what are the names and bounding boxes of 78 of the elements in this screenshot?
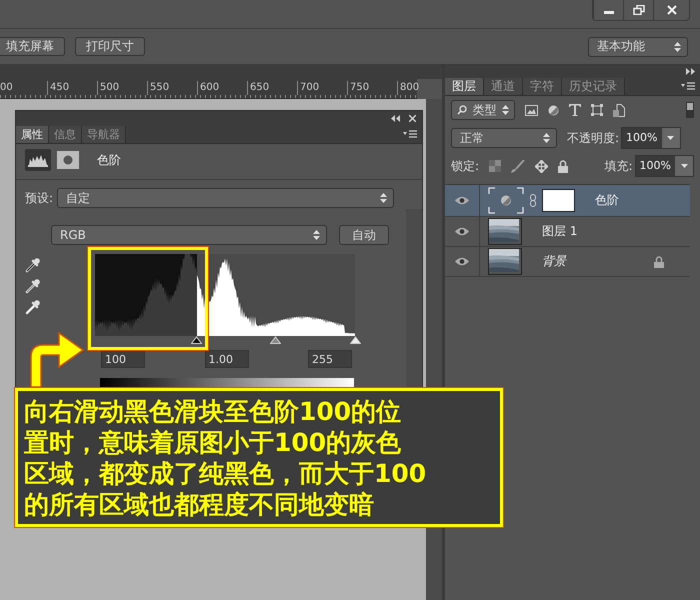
- panel-title: 色阶: [97, 152, 121, 168]
- layer-row[interactable]: 色阶: [445, 185, 690, 217]
- layer-name: 背景: [542, 253, 566, 270]
- dropdown-arrows-icon: [502, 105, 509, 115]
- eye-icon[interactable]: [455, 196, 469, 205]
- layer-name: 图层 1: [542, 223, 578, 240]
- ruler-label: 550: [147, 81, 170, 95]
- adjustment-filter-icon[interactable]: [548, 104, 559, 116]
- layer-name: 色阶: [595, 192, 619, 209]
- auto-button[interactable]: 自动: [339, 225, 389, 245]
- type-filter-icon[interactable]: [569, 104, 581, 116]
- panel-tab[interactable]: 图层: [445, 78, 484, 95]
- smart-object-filter-icon[interactable]: [613, 104, 625, 116]
- ruler-label: 750: [347, 81, 370, 95]
- collapse-icon[interactable]: [391, 114, 400, 122]
- dropdown-arrows-icon: [543, 133, 550, 143]
- panel-menu-icon[interactable]: [681, 82, 695, 90]
- input-level-field[interactable]: 100: [101, 350, 145, 368]
- blend-mode-dropdown[interactable]: 正常: [451, 128, 557, 148]
- ruler-label: 700: [297, 81, 320, 95]
- workspace-dropdown[interactable]: 基本功能: [588, 36, 688, 56]
- panel-menu-icon[interactable]: [403, 130, 417, 138]
- filter-toggle-icon[interactable]: [686, 102, 694, 118]
- opacity-label: 不透明度:: [567, 130, 620, 146]
- eyedropper-icon[interactable]: [25, 299, 41, 315]
- mask-icon[interactable]: [57, 151, 79, 169]
- panel-tab[interactable]: 通道: [484, 78, 523, 95]
- fill-field[interactable]: 100%: [634, 155, 694, 177]
- dropdown-arrow-icon: [680, 164, 688, 168]
- ruler-label: 500: [97, 81, 120, 95]
- input-level-field[interactable]: 255: [308, 350, 352, 368]
- channel-dropdown[interactable]: RGB: [51, 225, 327, 245]
- annotation-text: 向右滑动黑色滑块至色阶100的位 置时，意味着原图小于100的灰色 区域，都变成了纯黑色，而大于100 的所有区域也都程度不同地变暗: [24, 396, 426, 520]
- ruler-label: 800: [397, 81, 420, 95]
- panel-tab[interactable]: 导航器: [82, 126, 126, 143]
- preset-dropdown[interactable]: 自定: [57, 188, 394, 208]
- dropdown-arrows-icon: [313, 230, 320, 240]
- panel-tab[interactable]: 属性: [16, 126, 49, 143]
- dropdown-arrows-icon: [380, 193, 387, 203]
- fill-label: 填充:: [604, 158, 633, 174]
- toolbar-button[interactable]: 打印尺寸: [75, 37, 145, 56]
- dropdown-arrow-icon: [667, 136, 674, 140]
- restore-icon: [632, 5, 644, 15]
- image-filter-icon[interactable]: [525, 104, 538, 116]
- close-icon: [666, 5, 678, 15]
- dropdown-arrows-icon: [674, 42, 681, 52]
- ruler-label: 00: [0, 81, 13, 95]
- slider-handle[interactable]: [350, 336, 360, 344]
- ruler-label: 650: [247, 81, 270, 95]
- filter-dropdown[interactable]: 类型: [451, 100, 515, 120]
- opacity-field[interactable]: 100%: [621, 127, 680, 149]
- adjustment-layer-icon: [488, 187, 524, 214]
- eyedropper-icon[interactable]: [25, 257, 41, 273]
- preset-label: 预设:: [25, 190, 54, 206]
- layer-row[interactable]: 图层 1: [445, 217, 690, 247]
- layer-mask-thumbnail: [542, 189, 575, 212]
- expand-icon[interactable]: [686, 68, 695, 74]
- histogram-icon[interactable]: [25, 149, 51, 171]
- ruler-label: 600: [197, 81, 220, 95]
- eyedropper-icon[interactable]: [25, 278, 41, 294]
- shape-filter-icon[interactable]: [591, 104, 603, 116]
- search-icon: [457, 105, 467, 115]
- eye-icon[interactable]: [455, 257, 469, 266]
- toolbar-button[interactable]: 填充屏幕: [0, 37, 65, 56]
- close-button[interactable]: [653, 0, 689, 20]
- layer-row[interactable]: 背景: [445, 247, 690, 277]
- move-icon[interactable]: [535, 160, 548, 172]
- lock-label: 锁定:: [451, 158, 480, 174]
- ruler-label: 450: [47, 81, 70, 95]
- eye-icon[interactable]: [455, 227, 469, 236]
- lock-icon[interactable]: [558, 160, 568, 172]
- brush-icon[interactable]: [511, 160, 526, 172]
- panel-tab[interactable]: 字符: [523, 78, 562, 95]
- panel-tab[interactable]: 信息: [49, 126, 82, 143]
- panel-tab[interactable]: 历史记录: [562, 78, 625, 95]
- link-icon[interactable]: [530, 194, 536, 207]
- close-icon[interactable]: [409, 114, 416, 122]
- input-level-field[interactable]: 1.00: [204, 350, 248, 368]
